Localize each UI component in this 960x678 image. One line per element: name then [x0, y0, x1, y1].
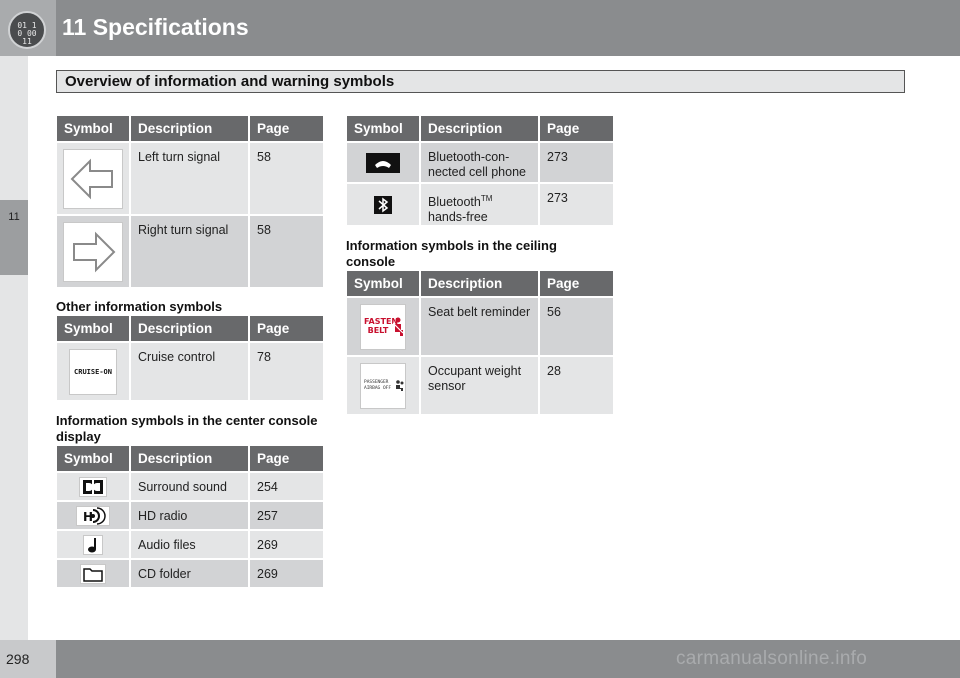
page-number: 298	[6, 651, 30, 667]
column-header-page: Page	[540, 116, 613, 141]
symbol-cell: FASTEN BELT	[347, 298, 419, 355]
table-row: CD folder 269	[57, 560, 323, 587]
ceiling-console-heading: Information symbols in the ceiling conso…	[346, 238, 557, 269]
symbol-cell	[347, 143, 419, 182]
airbag-text-line1: PASSENGER	[364, 379, 389, 385]
table-row: Surround sound 254	[57, 473, 323, 500]
other-symbols-heading: Other information symbols	[56, 299, 223, 314]
table-row: Right turn signal 58	[57, 216, 323, 287]
table-row: H HD radio 257	[57, 502, 323, 529]
chapter-badge-text: 01 10 00 11	[17, 21, 37, 46]
column-header-symbol: Symbol	[57, 116, 129, 141]
description-main: Bluetooth	[428, 195, 481, 210]
bluetooth-table: Symbol Description Page Bluetooth-con-ne…	[345, 114, 615, 227]
table-row: PASSENGER AIRBAG OFF Occupant weight sen…	[347, 357, 613, 414]
description-cell: Bluetooth-con-nected cell phone	[421, 143, 538, 182]
description-cell: CD folder	[131, 560, 248, 587]
page-cell: 273	[540, 184, 613, 226]
description-cell: Audio files	[131, 531, 248, 558]
column-header-symbol: Symbol	[57, 446, 129, 471]
center-console-heading: Information symbols in the center consol…	[56, 413, 318, 444]
column-header-page: Page	[250, 116, 323, 141]
column-header-symbol: Symbol	[347, 271, 419, 296]
table-row: Bluetooth-con-nected cell phone 273	[347, 143, 613, 182]
column-header-description: Description	[421, 271, 538, 296]
page-cell: 269	[250, 560, 323, 587]
ceiling-console-table: Symbol Description Page FASTEN BELT Seat…	[345, 269, 615, 416]
airbag-icon: PASSENGER AIRBAG OFF	[360, 362, 406, 409]
section-title: Overview of information and warning symb…	[56, 70, 905, 93]
description-cell: Occupant weight sensor	[421, 357, 538, 414]
column-header-description: Description	[131, 316, 248, 341]
table-header-row: Symbol Description Page	[57, 116, 323, 141]
page-cell: 28	[540, 357, 613, 414]
center-console-table: Symbol Description Page Surround sound 2…	[55, 444, 325, 589]
table-header-row: Symbol Description Page	[347, 116, 613, 141]
column-header-page: Page	[250, 316, 323, 341]
chapter-side-tab-label: 11	[8, 211, 20, 223]
page-cell: 58	[250, 216, 323, 287]
symbol-cell: H	[57, 502, 129, 529]
phone-handset-icon	[366, 152, 400, 173]
column-header-description: Description	[131, 116, 248, 141]
seated-person-icon	[392, 317, 404, 336]
column-header-symbol: Symbol	[57, 316, 129, 341]
column-header-page: Page	[540, 271, 613, 296]
description-cell: BluetoothTM hands-free	[421, 184, 538, 226]
symbol-cell	[57, 473, 129, 500]
table-header-row: Symbol Description Page	[57, 446, 323, 471]
chapter-badge-icon: 01 10 00 11	[8, 11, 46, 49]
description-cell: Left turn signal	[131, 143, 248, 214]
page-cell: 56	[540, 298, 613, 355]
table-row: Audio files 269	[57, 531, 323, 558]
column-header-description: Description	[421, 116, 538, 141]
airbag-person-icon	[396, 379, 404, 391]
table-header-row: Symbol Description Page	[57, 316, 323, 341]
left-margin-strip	[0, 56, 28, 640]
table-header-row: Symbol Description Page	[347, 271, 613, 296]
symbol-cell	[57, 143, 129, 214]
other-symbols-table: Symbol Description Page CRUISE-ON Cruise…	[55, 314, 325, 402]
description-cell: Cruise control	[131, 343, 248, 400]
symbol-cell	[347, 184, 419, 226]
cruise-on-icon: CRUISE-ON	[69, 348, 117, 395]
page-cell: 58	[250, 143, 323, 214]
description-tail: hands-free	[428, 210, 488, 225]
symbol-cell: CRUISE-ON	[57, 343, 129, 400]
symbol-cell	[57, 531, 129, 558]
turn-signal-table: Symbol Description Page Left turn signal…	[55, 114, 325, 289]
column-header-page: Page	[250, 446, 323, 471]
table-row: FASTEN BELT Seat belt reminder 56	[347, 298, 613, 355]
right-arrow-icon	[63, 221, 123, 282]
page-cell: 269	[250, 531, 323, 558]
description-cell: Right turn signal	[131, 216, 248, 287]
trademark-superscript: TM	[480, 194, 493, 203]
table-row: BluetoothTM hands-free 273	[347, 184, 613, 226]
seat-belt-text-line2: BELT	[367, 325, 389, 335]
symbol-cell	[57, 216, 129, 287]
seat-belt-icon: FASTEN BELT	[360, 303, 406, 350]
hd-radio-icon: H	[76, 505, 110, 526]
watermark: carmanualsonline.info	[676, 648, 868, 669]
page-cell: 257	[250, 502, 323, 529]
symbol-cell: PASSENGER AIRBAG OFF	[347, 357, 419, 414]
description-cell: HD radio	[131, 502, 248, 529]
column-header-description: Description	[131, 446, 248, 471]
music-note-icon	[83, 534, 103, 555]
airbag-text-line2: AIRBAG OFF	[364, 385, 392, 391]
table-row: Left turn signal 58	[57, 143, 323, 214]
column-header-symbol: Symbol	[347, 116, 419, 141]
description-cell: Seat belt reminder	[421, 298, 538, 355]
chapter-title: 11 Specifications	[62, 14, 249, 40]
dolby-surround-icon	[79, 476, 107, 497]
page-cell: 273	[540, 143, 613, 182]
folder-icon	[80, 563, 106, 584]
table-row: CRUISE-ON Cruise control 78	[57, 343, 323, 400]
bluetooth-icon	[374, 195, 392, 214]
left-arrow-icon	[63, 148, 123, 209]
page-cell: 78	[250, 343, 323, 400]
description-cell: Surround sound	[131, 473, 248, 500]
page-cell: 254	[250, 473, 323, 500]
symbol-cell	[57, 560, 129, 587]
